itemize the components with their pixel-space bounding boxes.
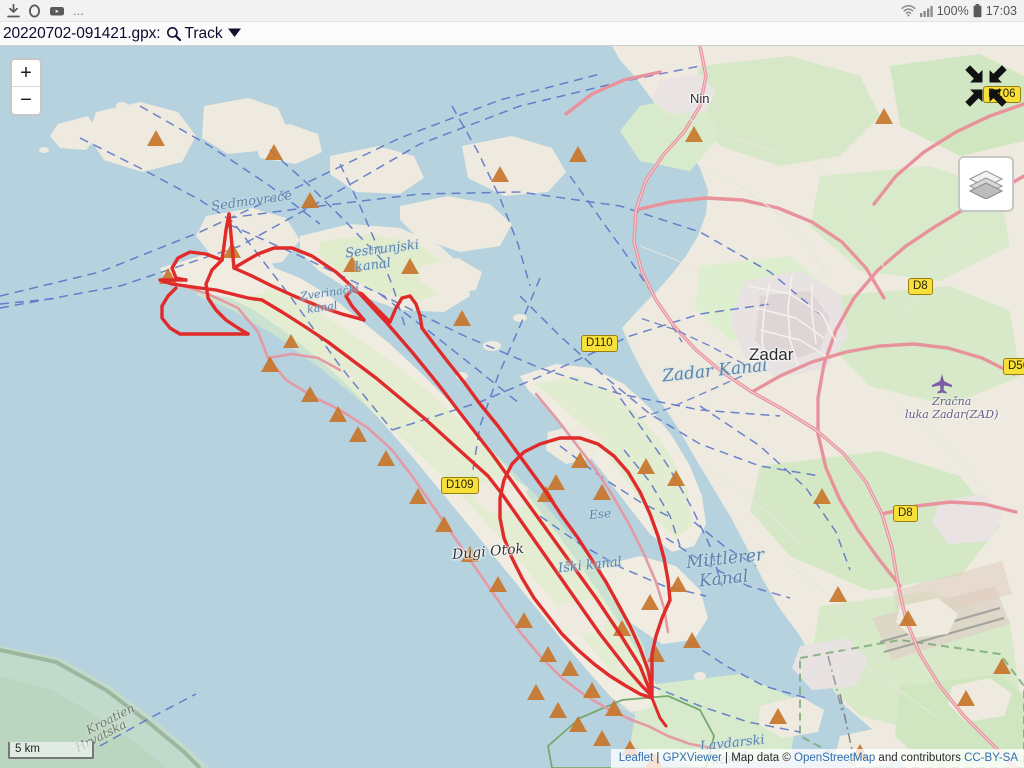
leaflet-link[interactable]: Leaflet xyxy=(619,752,654,764)
download-icon xyxy=(7,4,20,18)
wifi-icon xyxy=(901,4,916,17)
collapse-arrows-icon[interactable] xyxy=(962,62,1010,110)
attr-sep-2: | xyxy=(722,752,731,764)
map-data-label: Map data © xyxy=(731,752,794,764)
zoom-control[interactable]: + − xyxy=(10,58,42,116)
chevron-down-icon[interactable] xyxy=(227,26,242,41)
attr-sep-1: | xyxy=(653,752,662,764)
road-shield: D8 xyxy=(893,505,918,522)
road-shield: D109 xyxy=(441,477,479,494)
road-shield: D56 xyxy=(1003,358,1024,375)
gpx-filename-label: 20220702-091421.gpx: xyxy=(3,25,160,43)
license-link[interactable]: CC-BY-SA xyxy=(964,752,1018,764)
magnifier-icon[interactable] xyxy=(166,26,181,42)
gpxviewer-link[interactable]: GPXViewer xyxy=(663,752,722,764)
attribution-bar: Leaflet | GPXViewer | Map data © OpenStr… xyxy=(611,749,1024,768)
android-status-bar: ... 100% 17:03 xyxy=(0,0,1024,22)
status-bar-right-indicators: 100% 17:03 xyxy=(901,4,1017,18)
zoom-out-button[interactable]: − xyxy=(12,87,40,114)
road-shield: D8 xyxy=(908,278,933,295)
track-mode-label[interactable]: Track xyxy=(184,25,222,43)
gpx-title-bar: 20220702-091421.gpx: Track xyxy=(0,22,1024,46)
leaflet-map[interactable]: SedmovračeSestrunjskikanalZverinačkikana… xyxy=(0,46,1024,768)
battery-full-icon xyxy=(973,4,982,18)
zoom-in-button[interactable]: + xyxy=(12,60,40,87)
youtube-icon xyxy=(49,4,65,18)
signal-bars-icon xyxy=(920,5,933,17)
status-bar-left-icons: ... xyxy=(7,4,84,18)
circle-icon xyxy=(28,4,41,18)
contributors-label: and contributors xyxy=(875,752,964,764)
map-tiles-canvas xyxy=(0,46,1024,768)
overflow-dots: ... xyxy=(73,4,84,17)
openstreetmap-link[interactable]: OpenStreetMap xyxy=(794,752,875,764)
battery-percent-label: 100% xyxy=(937,4,969,18)
road-shield: D110 xyxy=(581,335,618,352)
clock-label: 17:03 xyxy=(986,4,1017,18)
layers-icon[interactable] xyxy=(958,156,1014,212)
scale-control: 5 km xyxy=(8,742,94,759)
